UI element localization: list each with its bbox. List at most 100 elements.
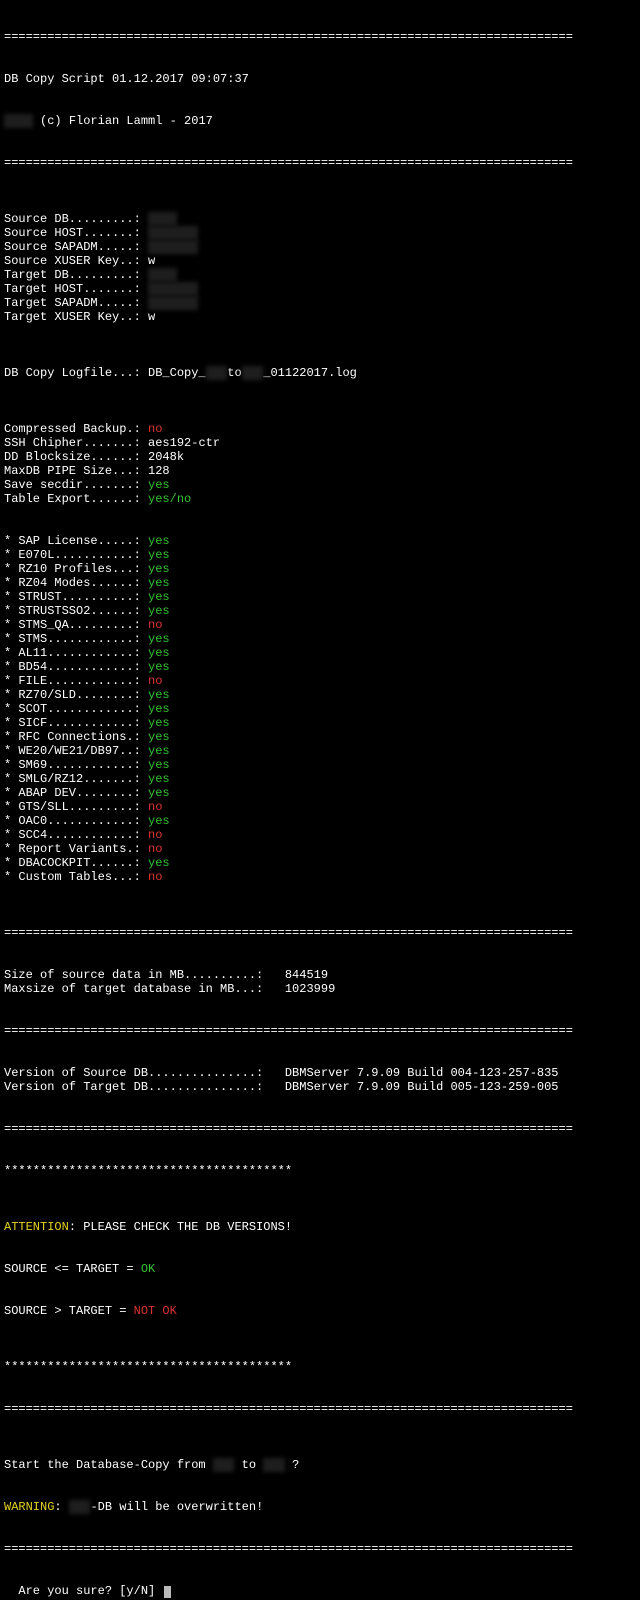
table-export-row: * E070L...........: yes [4,548,636,562]
redacted-text: XXXX [148,212,177,226]
setting-row-value: yes/no [148,492,191,506]
table-export-row-label: * SAP License.....: [4,534,148,548]
attention-line: ATTENTION: PLEASE CHECK THE DB VERSIONS! [4,1220,636,1234]
divider: ========================================… [4,156,636,170]
table-export-row-value: no [148,870,162,884]
setting-row: Table Export......: yes/no [4,492,636,506]
divider: ========================================… [4,926,636,940]
size-row-label: Maxsize of target database in MB...: [4,982,270,996]
setting-row: DD Blocksize......: 2048k [4,450,636,464]
table-export-row-label: * SM69............: [4,758,148,772]
table-export-row-value: no [148,618,162,632]
param-row-value: w [148,310,155,324]
param-row-label: Source DB.........: [4,212,148,226]
table-export-row: * GTS/SLL.........: no [4,800,636,814]
table-export-row-label: * Report Variants.: [4,842,148,856]
table-export-row: * DBACOCKPIT......: yes [4,856,636,870]
table-export-row-value: yes [148,646,170,660]
table-export-row-label: * GTS/SLL.........: [4,800,148,814]
version-row: Version of Target DB...............: DBM… [4,1080,636,1094]
param-row: Source SAPADM.....: XXXXXXX [4,240,636,254]
size-row-value: 844519 [270,968,328,982]
version-row-label: Version of Source DB...............: [4,1066,270,1080]
table-export-row: * SMLG/RZ12.......: yes [4,772,636,786]
table-export-row-value: no [148,828,162,842]
table-export-row-label: * SCOT............: [4,702,148,716]
size-row: Maxsize of target database in MB...: 102… [4,982,636,996]
table-export-row: * RZ10 Profiles...: yes [4,562,636,576]
version-row-value: DBMServer 7.9.09 Build 004-123-257-835 [270,1066,558,1080]
table-export-row-label: * DBACOCKPIT......: [4,856,148,870]
setting-row: MaxDB PIPE Size...: 128 [4,464,636,478]
param-row: Source HOST.......: XXXXXXX [4,226,636,240]
redacted-text: XXX [206,366,228,380]
table-export-row: * ABAP DEV........: yes [4,786,636,800]
setting-row-label: SSH Chipher.......: [4,436,148,450]
table-export-row-value: no [148,800,162,814]
divider: ========================================… [4,30,636,44]
table-export-row-value: yes [148,590,170,604]
table-export-row-label: * RZ04 Modes......: [4,576,148,590]
table-export-row: * STRUSTSSO2......: yes [4,604,636,618]
param-row: Target SAPADM.....: XXXXXXX [4,296,636,310]
redacted-text: XXX [263,1458,285,1472]
table-export-row: * SCC4............: no [4,828,636,842]
redacted-text: XXXXXXX [148,282,198,296]
table-export-row: * OAC0............: yes [4,814,636,828]
terminal-output: ========================================… [0,0,640,1600]
param-row: Target XUSER Key..: w [4,310,636,324]
confirm-prompt[interactable]: Are you sure? [y/N] [18,1584,171,1598]
param-row-label: Target SAPADM.....: [4,296,148,310]
version-row: Version of Source DB...............: DBM… [4,1066,636,1080]
attention-notok: SOURCE > TARGET = NOT OK [4,1304,636,1318]
param-row-value: w [148,254,155,268]
setting-row: Save secdir.......: yes [4,478,636,492]
param-row-label: Source XUSER Key..: [4,254,148,268]
table-export-row-value: yes [148,632,170,646]
param-row: Source DB.........: XXXX [4,212,636,226]
param-row: Target DB.........: XXXX [4,268,636,282]
table-export-row-label: * OAC0............: [4,814,148,828]
table-export-row: * BD54............: yes [4,660,636,674]
table-export-row-value: yes [148,856,170,870]
table-export-row: * AL11............: yes [4,646,636,660]
divider-star: **************************************** [4,1164,636,1178]
redacted-text: XXXXXXX [148,240,198,254]
size-row-value: 1023999 [270,982,335,996]
setting-row: Compressed Backup.: no [4,422,636,436]
divider: ========================================… [4,1402,636,1416]
param-row-label: Source SAPADM.....: [4,240,148,254]
size-row-label: Size of source data in MB..........: [4,968,270,982]
divider: ========================================… [4,1122,636,1136]
table-export-row: * SAP License.....: yes [4,534,636,548]
param-row-label: Target XUSER Key..: [4,310,148,324]
divider: ========================================… [4,1542,636,1556]
setting-row-value: 2048k [148,450,184,464]
param-logfile: DB Copy Logfile...: DB_Copy_XXXtoXXX_011… [4,366,636,380]
table-export-row-value: yes [148,548,170,562]
table-export-row-value: yes [148,786,170,800]
setting-row-label: DD Blocksize......: [4,450,148,464]
table-export-row: * RFC Connections.: yes [4,730,636,744]
table-export-row-value: yes [148,702,170,716]
attention-ok: SOURCE <= TARGET = OK [4,1262,636,1276]
table-export-row: * SM69............: yes [4,758,636,772]
table-export-row-value: no [148,674,162,688]
cursor-icon [164,1586,171,1598]
table-export-row-label: * AL11............: [4,646,148,660]
table-export-row: * RZ70/SLD........: yes [4,688,636,702]
version-row-value: DBMServer 7.9.09 Build 005-123-259-005 [270,1080,558,1094]
table-export-row-value: no [148,842,162,856]
param-row: Target HOST.......: XXXXXXX [4,282,636,296]
table-export-row-label: * SCC4............: [4,828,148,842]
table-export-row: * STRUST..........: yes [4,590,636,604]
param-row-label: Target HOST.......: [4,282,148,296]
redacted-text: XXX [69,1500,91,1514]
table-export-row: * RZ04 Modes......: yes [4,576,636,590]
setting-row-value: 128 [148,464,170,478]
table-export-row-label: * WE20/WE21/DB97..: [4,744,148,758]
param-row: Source XUSER Key..: w [4,254,636,268]
table-export-row-value: yes [148,604,170,618]
table-export-row-label: * RZ70/SLD........: [4,688,148,702]
table-export-row-label: * Custom Tables...: [4,870,148,884]
